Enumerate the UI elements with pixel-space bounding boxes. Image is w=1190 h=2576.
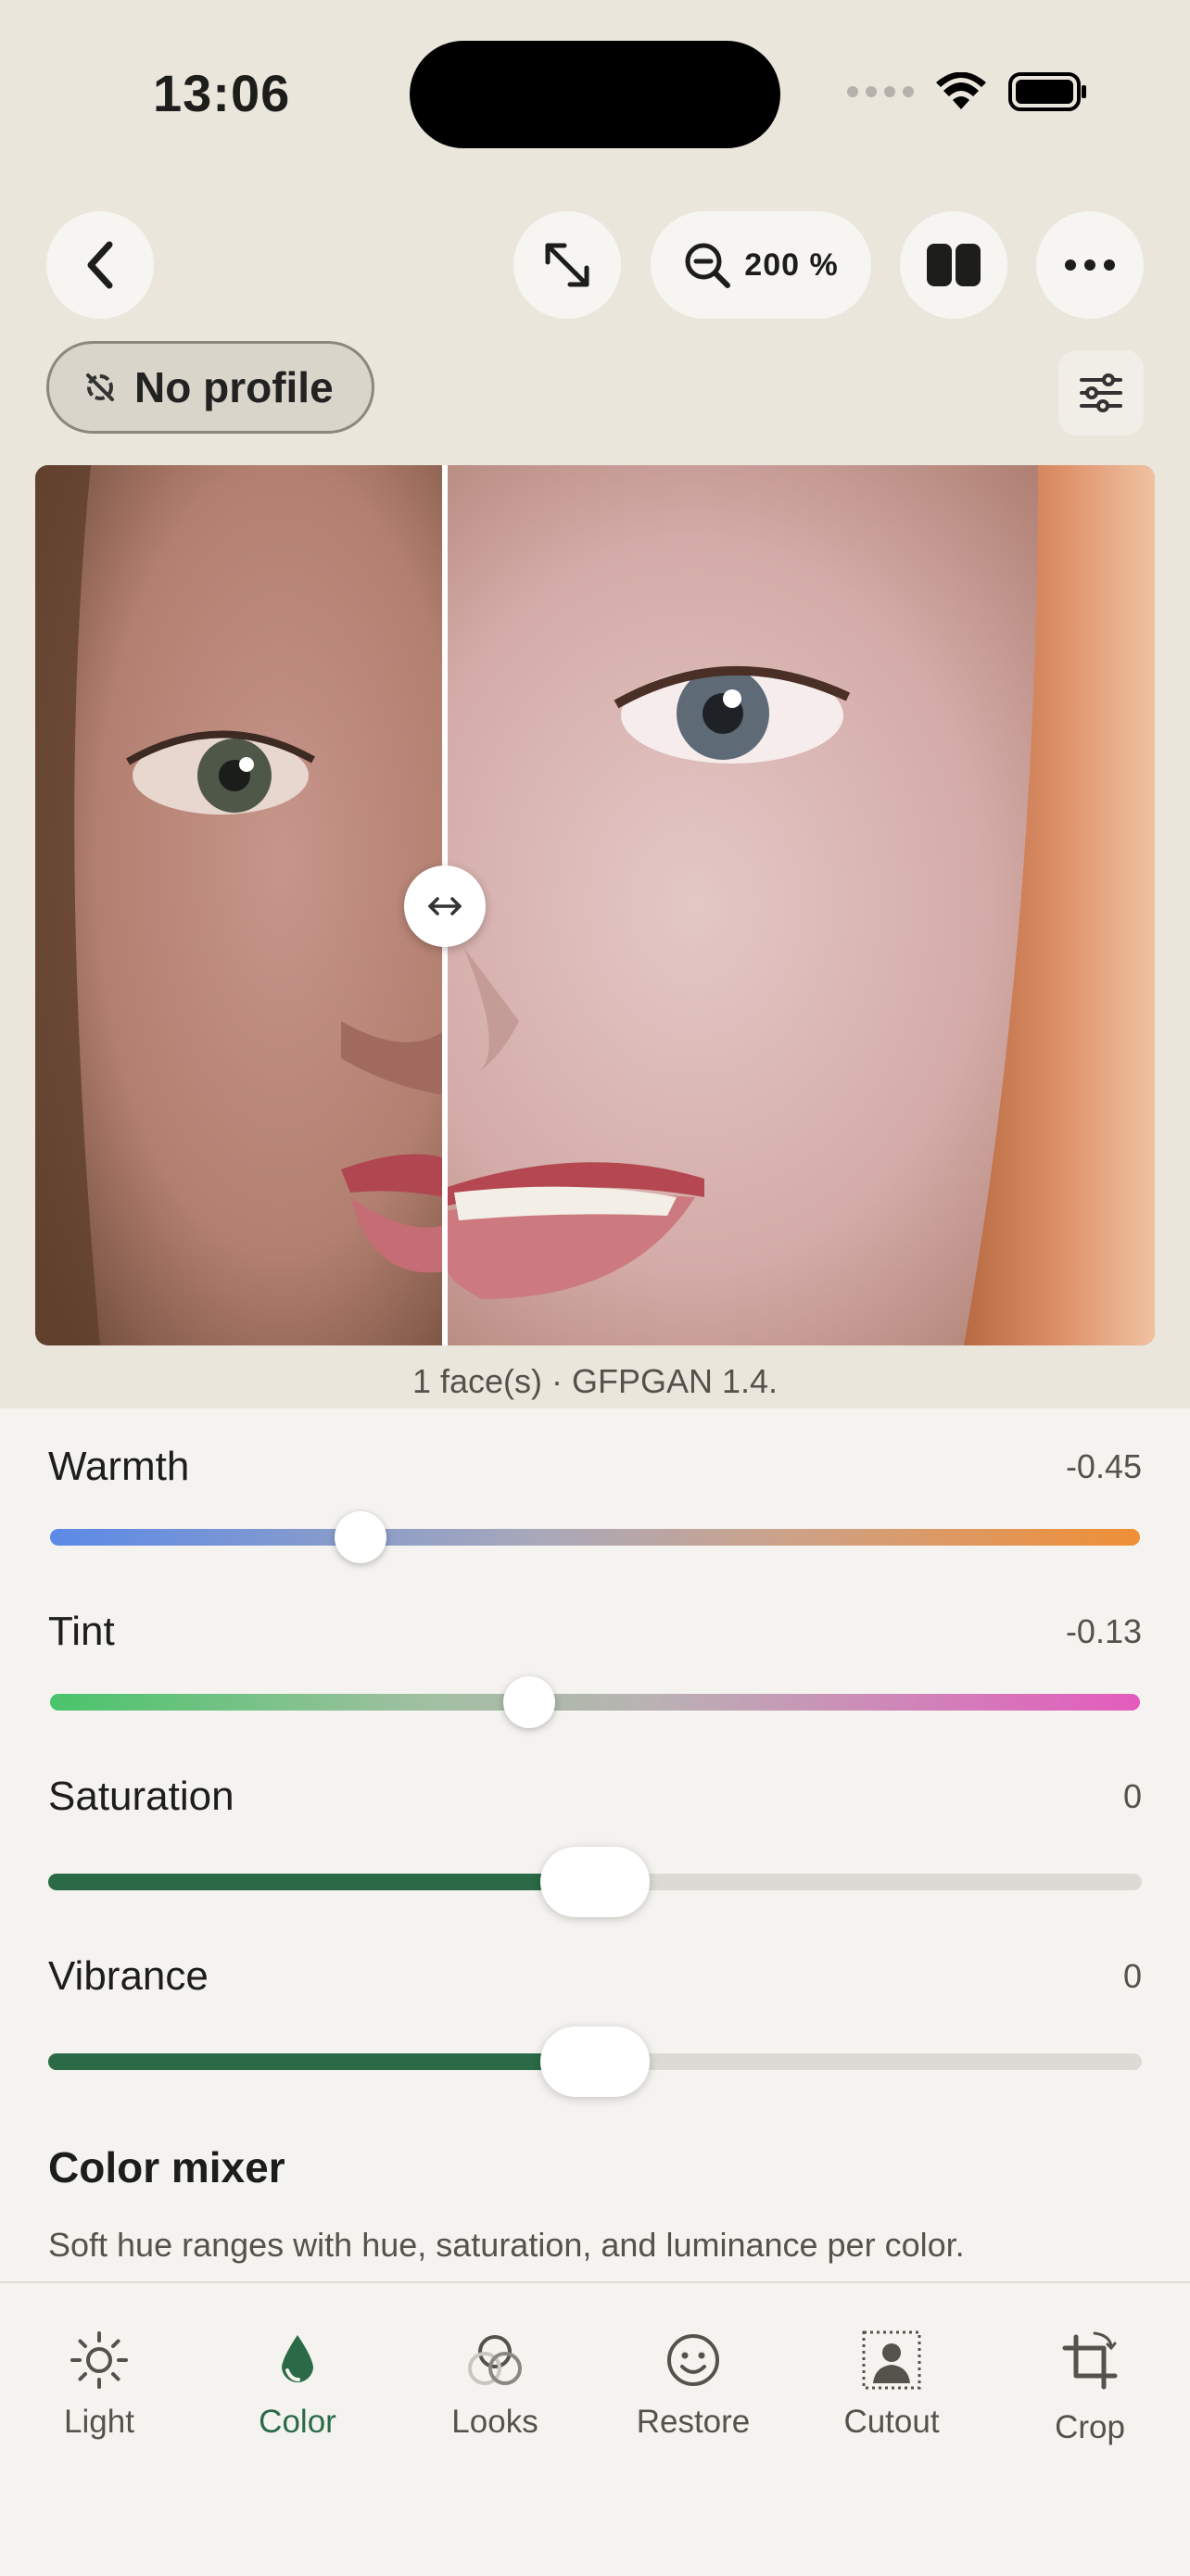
slider-label: Warmth	[48, 1444, 190, 1489]
wifi-icon	[936, 72, 986, 109]
more-button[interactable]	[1036, 211, 1144, 319]
tab-looks[interactable]: Looks	[411, 2330, 578, 2441]
arrows-horizontal-icon	[428, 897, 462, 915]
slider-value: -0.45	[1065, 1447, 1142, 1485]
tint-knob[interactable]	[503, 1676, 556, 1728]
tab-label: Crop	[1055, 2409, 1125, 2445]
restore-caption: 1 face(s) · GFPGAN 1.4.	[411, 1362, 779, 1400]
saturation-knob[interactable]	[540, 1847, 650, 1917]
tab-crop[interactable]: Crop	[1006, 2330, 1173, 2446]
back-button[interactable]	[46, 211, 154, 319]
warmth-slider-row: Warmth -0.45	[48, 1444, 1142, 1563]
person-cutout-icon	[862, 2330, 921, 2390]
warmth-knob[interactable]	[335, 1511, 387, 1563]
vibrance-slider-row: Vibrance 0	[48, 1953, 1142, 2097]
face-after-image	[445, 465, 1155, 1345]
color-mixer-description: Soft hue ranges with hue, saturation, an…	[48, 2226, 965, 2264]
expand-button[interactable]	[513, 211, 621, 319]
slider-label: Tint	[48, 1609, 115, 1654]
status-time: 13:06	[153, 64, 291, 122]
tab-label: Light	[64, 2404, 134, 2440]
warmth-track[interactable]	[50, 1529, 1140, 1546]
saturation-slider-row: Saturation 0	[48, 1774, 1142, 1917]
tint-slider-row: Tint -0.13	[48, 1609, 1142, 1728]
sun-icon	[70, 2331, 128, 2389]
tab-light[interactable]: Light	[16, 2330, 183, 2441]
slider-value: 0	[1122, 1777, 1142, 1815]
slider-label: Saturation	[48, 1774, 234, 1819]
photo-before	[35, 465, 445, 1345]
slider-label: Vibrance	[48, 1953, 209, 1999]
adjustments-button[interactable]	[1058, 350, 1144, 436]
tab-label: Looks	[451, 2404, 538, 2440]
status-icons	[847, 72, 1088, 111]
dynamic-island	[410, 41, 780, 148]
tool-tab-bar: Light Color Looks Restore Cutout Crop	[0, 2281, 1190, 2576]
expand-arrows-icon	[545, 243, 589, 287]
profile-label: No profile	[134, 363, 334, 411]
profile-selector[interactable]: No profile	[46, 341, 374, 434]
zoom-level: 200 %	[744, 246, 839, 283]
tab-restore[interactable]: Restore	[610, 2330, 777, 2441]
tint-track[interactable]	[50, 1694, 1140, 1711]
tab-cutout[interactable]: Cutout	[808, 2330, 975, 2441]
circles-icon	[468, 2335, 522, 2385]
compare-view-button[interactable]	[900, 211, 1007, 319]
photo-after	[445, 465, 1155, 1345]
color-mixer-title: Color mixer	[48, 2143, 285, 2191]
cellular-signal-icon	[847, 86, 914, 97]
tab-label: Restore	[636, 2404, 751, 2440]
no-profile-icon	[86, 373, 114, 401]
photo-compare-view[interactable]	[35, 465, 1155, 1345]
tab-label: Color	[259, 2404, 336, 2440]
smiley-icon	[667, 2334, 719, 2386]
zoom-out-icon	[685, 243, 731, 288]
vibrance-knob[interactable]	[540, 2027, 650, 2097]
compare-handle[interactable]	[404, 865, 486, 947]
slider-value: -0.13	[1065, 1612, 1142, 1650]
tab-color[interactable]: Color	[214, 2330, 381, 2441]
more-dots-icon	[1065, 259, 1115, 271]
zoom-button[interactable]: 200 %	[651, 211, 871, 319]
sliders-icon	[1080, 373, 1122, 412]
drop-icon	[282, 2335, 313, 2382]
slider-value: 0	[1122, 1957, 1142, 1995]
crop-icon	[1062, 2331, 1118, 2390]
split-view-icon	[927, 244, 981, 286]
tab-label: Cutout	[843, 2404, 940, 2440]
chevron-left-icon	[87, 241, 113, 289]
battery-icon	[1008, 72, 1086, 111]
face-before-image	[35, 465, 445, 1345]
